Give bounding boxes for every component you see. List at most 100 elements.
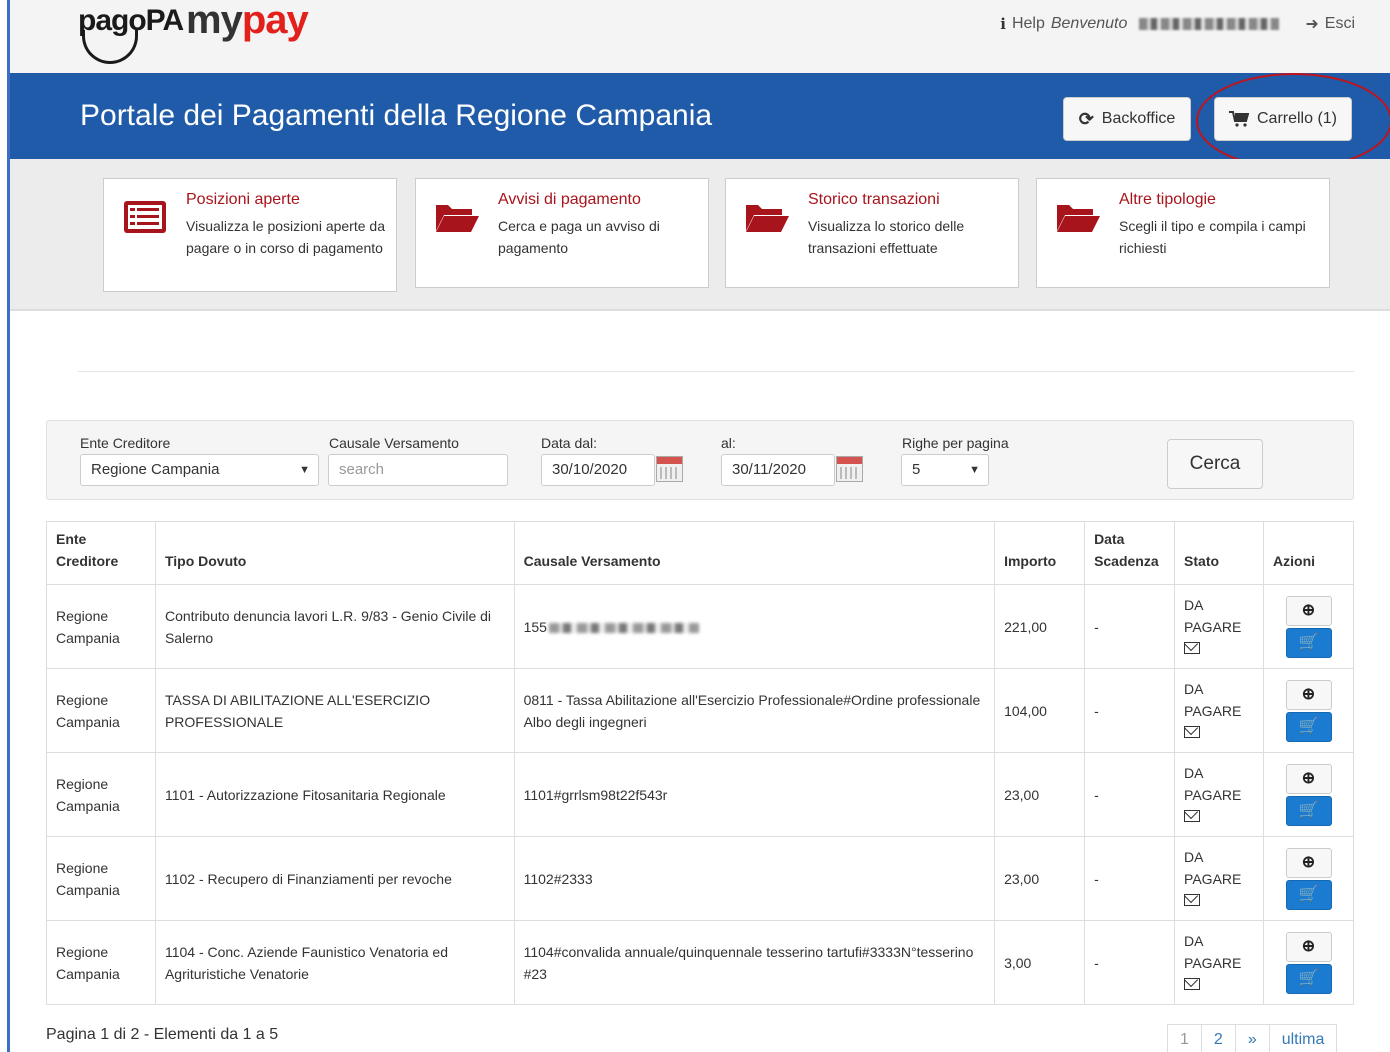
card-altre-tipologie[interactable]: Altre tipologie Scegli il tipo e compila… (1036, 178, 1330, 288)
ente-label: Ente Creditore (80, 435, 171, 451)
cell-azioni: ⊕ 🛒 (1263, 584, 1354, 669)
cell-tipo: 1102 - Recupero di Finanziamenti per rev… (154, 836, 515, 921)
cell-stato: DA PAGARE (1174, 752, 1265, 837)
list-icon (124, 201, 166, 233)
data-al-label: al: (721, 435, 736, 451)
zoom-in-icon[interactable]: ⊕ (1285, 847, 1332, 878)
mypay-logo[interactable]: mypay (186, 0, 309, 43)
cell-azioni: ⊕ 🛒 (1263, 920, 1354, 1005)
page-2-link[interactable]: 2 (1200, 1024, 1236, 1052)
table-row: Regione Campania TASSA DI ABILITAZIONE AL… (46, 668, 1354, 753)
add-to-cart-icon[interactable]: 🛒 (1285, 627, 1332, 658)
page-title: Portale dei Pagamenti della Regione Camp… (80, 99, 713, 132)
col-header-tipo[interactable]: Tipo Dovuto (154, 521, 515, 585)
cell-causale: 1104#convalida annuale/quinquennale tess… (513, 920, 996, 1005)
col-header-scadenza[interactable]: Data Scadenza (1084, 521, 1176, 585)
next-page-link[interactable]: » (1234, 1024, 1270, 1052)
envelope-icon[interactable] (1184, 641, 1201, 654)
cell-scadenza: - (1084, 668, 1176, 753)
sign-out-icon[interactable]: ➜ (1305, 14, 1318, 34)
card-description: Cerca e paga un avviso di pagamento (498, 218, 660, 256)
add-to-cart-icon[interactable]: 🛒 (1285, 795, 1332, 826)
cell-ente: Regione Campania (46, 920, 156, 1005)
table-header-row: Ente Creditore Tipo Dovuto Causale Versam… (46, 521, 1354, 585)
ente-select-value: Regione Campania (91, 461, 220, 478)
cell-scadenza: - (1084, 752, 1176, 837)
zoom-in-icon[interactable]: ⊕ (1285, 595, 1332, 626)
cell-causale: 1101#grrlsm98t22f543r (513, 752, 996, 837)
cell-stato: DA PAGARE (1174, 920, 1265, 1005)
add-to-cart-icon[interactable]: 🛒 (1285, 879, 1332, 910)
causale-search-input[interactable]: search (328, 454, 508, 486)
chevron-down-icon: ▼ (299, 464, 310, 476)
cell-tipo: Contributo denuncia lavori L.R. 9/83 - G… (154, 584, 515, 669)
data-dal-input[interactable]: 30/10/2020 (541, 454, 655, 486)
help-link[interactable]: Help (1012, 15, 1045, 33)
section-divider (78, 371, 1354, 372)
payments-table: Ente Creditore Tipo Dovuto Causale Versam… (46, 521, 1354, 1005)
cell-importo: 23,00 (994, 752, 1086, 837)
backoffice-button[interactable]: ⟳ Backoffice (1063, 97, 1191, 141)
page-1-link[interactable]: 1 (1167, 1024, 1202, 1052)
top-bar: pagoPA mypay i Help Benvenuto ➜ Esci (10, 0, 1390, 73)
card-description: Visualizza le posizioni aperte da pagare… (186, 218, 385, 256)
envelope-icon[interactable] (1184, 725, 1201, 738)
data-al-input[interactable]: 30/11/2020 (721, 454, 835, 486)
cell-scadenza: - (1084, 584, 1176, 669)
col-header-importo[interactable]: Importo (994, 521, 1086, 585)
cell-importo: 23,00 (994, 836, 1086, 921)
col-header-azioni: Azioni (1263, 521, 1354, 585)
backoffice-label: Backoffice (1101, 110, 1176, 127)
envelope-icon[interactable] (1184, 977, 1201, 990)
logout-link[interactable]: Esci (1325, 15, 1355, 33)
cell-causale: 155 (513, 584, 996, 669)
table-row: Regione Campania 1104 - Conc. Aziende Fau… (46, 920, 1354, 1005)
info-icon[interactable]: i (1000, 15, 1006, 33)
card-storico-transazioni[interactable]: Storico transazioni Visualizza lo storic… (725, 178, 1019, 288)
col-header-causale[interactable]: Causale Versamento (513, 521, 996, 585)
add-to-cart-icon[interactable]: 🛒 (1285, 963, 1332, 994)
cell-ente: Regione Campania (46, 752, 156, 837)
card-title: Storico transazioni (808, 191, 940, 208)
righe-per-pagina-select[interactable]: 5 ▼ (901, 454, 989, 486)
col-header-ente[interactable]: Ente Creditore (46, 521, 156, 585)
zoom-in-icon[interactable]: ⊕ (1285, 679, 1332, 710)
cell-tipo: 1101 - Autorizzazione Fitosanitaria Regi… (154, 752, 515, 837)
chevron-down-icon: ▼ (969, 464, 980, 476)
cell-stato: DA PAGARE (1174, 584, 1265, 669)
calendar-icon[interactable] (656, 456, 683, 482)
cell-causale: 1102#2333 (513, 836, 996, 921)
mypay-logo-pay: pay (241, 0, 309, 42)
col-header-stato[interactable]: Stato (1174, 521, 1265, 585)
last-page-link[interactable]: ultima (1268, 1024, 1338, 1052)
cell-importo: 104,00 (994, 668, 1086, 753)
zoom-in-icon[interactable]: ⊕ (1285, 931, 1332, 962)
cell-azioni: ⊕ 🛒 (1263, 752, 1354, 837)
cell-causale: 0811 - Tassa Abilitazione all'Esercizio … (513, 668, 996, 753)
envelope-icon[interactable] (1184, 809, 1201, 822)
cell-importo: 221,00 (994, 584, 1086, 669)
portal-header: Portale dei Pagamenti della Regione Camp… (10, 73, 1390, 169)
add-to-cart-icon[interactable]: 🛒 (1285, 711, 1332, 742)
feature-cards-area: Posizioni aperte Visualizza le posizioni… (10, 159, 1390, 311)
pagination: 1 2 » ultima (1167, 1024, 1338, 1052)
table-row: Regione Campania 1101 - Autorizzazione Fi… (46, 752, 1354, 837)
cell-azioni: ⊕ 🛒 (1263, 668, 1354, 753)
folder-open-icon (436, 205, 479, 232)
search-filter-panel: Ente Creditore Regione Campania ▼ Causal… (46, 420, 1354, 500)
ente-select[interactable]: Regione Campania ▼ (80, 454, 319, 486)
envelope-icon[interactable] (1184, 893, 1201, 906)
cell-ente: Regione Campania (46, 668, 156, 753)
card-posizioni-aperte[interactable]: Posizioni aperte Visualizza le posizioni… (103, 178, 397, 292)
left-edge-strip (0, 0, 10, 1052)
pagination-info: Pagina 1 di 2 - Elementi da 1 a 5 (46, 1026, 279, 1043)
cell-stato: DA PAGARE (1174, 668, 1265, 753)
cerca-button[interactable]: Cerca (1167, 439, 1263, 489)
zoom-in-icon[interactable]: ⊕ (1285, 763, 1332, 794)
table-row: Regione Campania 1102 - Recupero di Finan… (46, 836, 1354, 921)
cell-scadenza: - (1084, 920, 1176, 1005)
calendar-icon[interactable] (836, 456, 863, 482)
righe-select-value: 5 (912, 461, 921, 478)
cell-scadenza: - (1084, 836, 1176, 921)
card-avvisi-pagamento[interactable]: Avvisi di pagamento Cerca e paga un avvi… (415, 178, 709, 288)
